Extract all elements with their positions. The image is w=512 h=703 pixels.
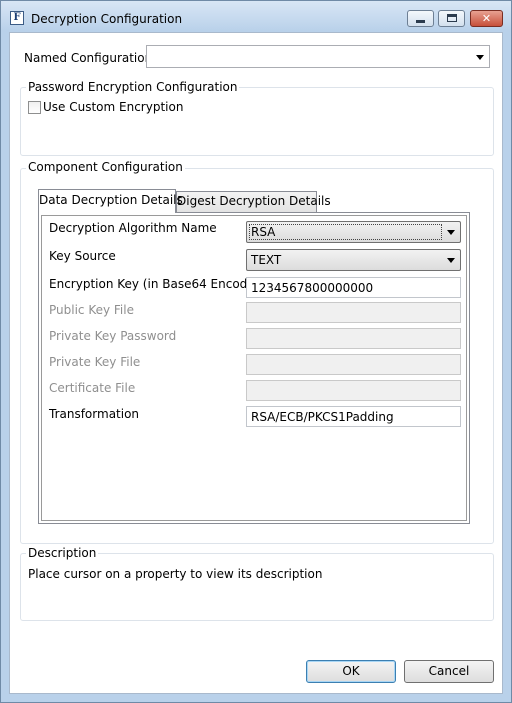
private-key-password-input: [246, 328, 461, 349]
description-title: Description: [26, 546, 99, 560]
component-configuration-title: Component Configuration: [26, 160, 185, 174]
transformation-input[interactable]: RSA/ECB/PKCS1Padding: [246, 406, 461, 427]
ok-button[interactable]: OK: [306, 660, 396, 683]
description-group: [20, 553, 494, 621]
data-decryption-panel: Decryption Algorithm Name RSA Key Source…: [38, 212, 470, 524]
chevron-down-icon: [447, 258, 455, 263]
named-configuration-select[interactable]: [146, 45, 490, 68]
cancel-button[interactable]: Cancel: [404, 660, 494, 683]
chevron-down-icon: [447, 230, 455, 235]
dialog-window: F Decryption Configuration ✕ Named Confi…: [0, 0, 512, 703]
maximize-icon: [447, 14, 457, 22]
minimize-icon: [416, 20, 425, 23]
public-key-file-label: Public Key File: [49, 303, 134, 317]
decryption-algorithm-value: RSA: [251, 225, 276, 239]
transformation-label: Transformation: [49, 407, 140, 421]
password-encryption-title: Password Encryption Configuration: [26, 80, 240, 94]
dialog-content: Named Configuration Password Encryption …: [9, 32, 503, 694]
private-key-password-label: Private Key Password: [49, 329, 177, 343]
window-title: Decryption Configuration: [31, 12, 183, 26]
key-source-label: Key Source: [49, 249, 116, 263]
certificate-file-label: Certificate File: [49, 381, 136, 395]
minimize-button[interactable]: [407, 10, 434, 27]
chevron-down-icon: [476, 54, 484, 60]
close-button[interactable]: ✕: [470, 10, 503, 27]
private-key-file-label: Private Key File: [49, 355, 141, 369]
certificate-file-input: [246, 380, 461, 401]
decryption-algorithm-label: Decryption Algorithm Name: [49, 221, 217, 235]
password-encryption-group: [20, 87, 494, 156]
named-configuration-label: Named Configuration: [24, 51, 153, 65]
maximize-button[interactable]: [438, 10, 465, 27]
title-bar[interactable]: F Decryption Configuration ✕: [1, 1, 511, 31]
key-source-select[interactable]: TEXT: [246, 249, 461, 271]
private-key-file-input: [246, 354, 461, 375]
encryption-key-input[interactable]: 1234567800000000: [246, 277, 461, 298]
app-f-icon: F: [10, 11, 24, 25]
description-text: Place cursor on a property to view its d…: [28, 567, 323, 581]
use-custom-encryption-checkbox[interactable]: [28, 101, 41, 114]
encryption-key-label: Encryption Key (in Base64 Encoding): [49, 277, 271, 291]
key-source-value: TEXT: [251, 253, 282, 267]
public-key-file-input: [246, 302, 461, 323]
focus-indicator: [249, 224, 442, 240]
close-icon: ✕: [481, 12, 492, 25]
decryption-algorithm-select[interactable]: RSA: [246, 221, 461, 243]
tab-digest-decryption-details[interactable]: Digest Decryption Details: [176, 191, 331, 212]
use-custom-encryption-label: Use Custom Encryption: [43, 100, 184, 114]
tab-data-decryption-details[interactable]: Data Decryption Details: [38, 189, 183, 213]
